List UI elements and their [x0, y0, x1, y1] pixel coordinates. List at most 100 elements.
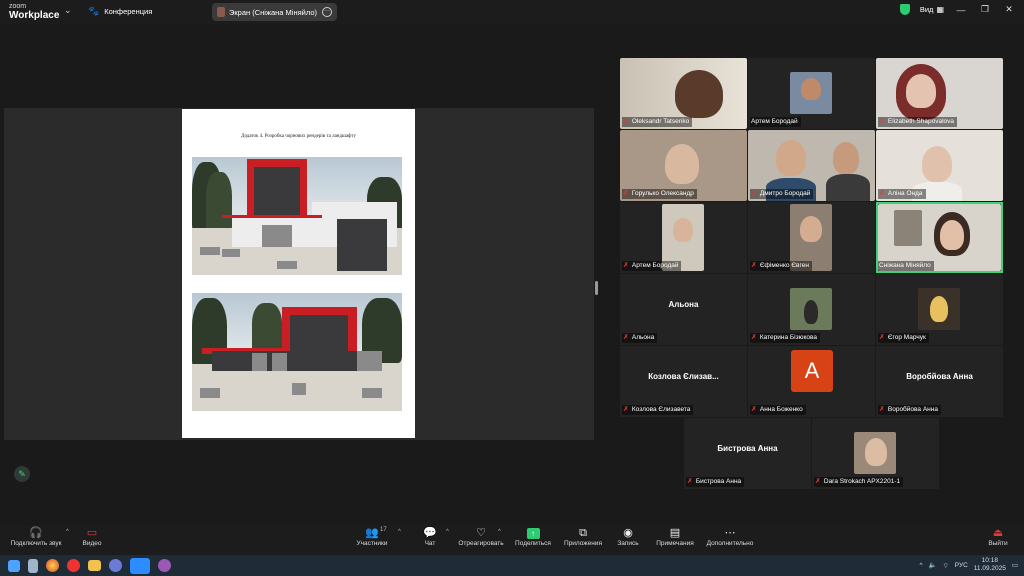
meeting-info-button[interactable]: 🐾 Конференция	[88, 6, 152, 17]
app-icon[interactable]	[158, 559, 171, 572]
apps-button[interactable]: ⧉ Приложения	[562, 527, 604, 547]
windows-taskbar: ^ 🔈 ⌔ РУС 10:18 11.09.2025 ▭	[0, 555, 1024, 576]
participant-tile[interactable]: ✗ Єфіменко Євген	[748, 202, 875, 273]
participant-name: ✗ Альона	[622, 333, 658, 343]
participant-tile[interactable]: ✗ Катерина Бізюкова	[748, 274, 875, 345]
participant-name: ✗ Анна Боженко	[750, 405, 806, 415]
participant-tile[interactable]: ✗ Oleksandr Tatsenko	[620, 58, 747, 129]
participant-display-name: Воробйова Анна	[906, 372, 973, 381]
participant-name: ✗ Артем Бородай	[622, 261, 682, 271]
close-button[interactable]: ✕	[1002, 4, 1016, 15]
notes-label: Примечания	[656, 540, 694, 547]
split-resize-handle[interactable]	[595, 281, 598, 295]
chat-options-caret[interactable]: ^	[446, 529, 449, 535]
participant-tile[interactable]: Воробйова Анна ✗ Воробйова Анна	[876, 346, 1003, 417]
mic-muted-icon: ✗	[879, 118, 885, 125]
more-options-icon[interactable]: ···	[322, 7, 332, 17]
participant-name: ✗ Elizabeth Shapovalova	[878, 117, 958, 127]
viber-icon[interactable]	[109, 559, 122, 572]
participant-tile-active-speaker[interactable]: Сніжана Міняйло	[876, 202, 1003, 273]
opera-icon[interactable]	[67, 559, 80, 572]
leave-icon: ⏏	[992, 527, 1004, 539]
apps-label: Приложения	[563, 540, 603, 547]
restore-button[interactable]: ❐	[978, 4, 992, 15]
participant-gallery: ✗ Oleksandr Tatsenko Артем Бородай ✗ Eliza…	[620, 58, 1004, 490]
participant-tile[interactable]: ✗ Аліна Онда	[876, 130, 1003, 201]
participant-avatar: A	[791, 350, 833, 392]
share-button[interactable]: ↑ Поделиться	[514, 527, 552, 547]
mic-muted-icon: ✗	[751, 334, 757, 341]
participant-display-name: Бистрова Анна	[717, 444, 778, 453]
participants-options-caret[interactable]: ^	[398, 529, 401, 535]
clock-date: 11.09.2025	[973, 565, 1006, 572]
volume-icon[interactable]: 🔈	[929, 561, 937, 569]
participant-tile[interactable]: ✗ Dara Strokach APX2201-1	[812, 418, 939, 489]
video-label: Видео	[82, 540, 102, 547]
participants-count: 17	[380, 527, 387, 533]
chrome-icon[interactable]	[46, 559, 59, 572]
audio-button[interactable]: 🎧 Подключить звук ^	[8, 527, 69, 547]
architecture-render-2	[192, 293, 402, 411]
grid-view-icon: ▦	[936, 5, 944, 14]
participant-tile[interactable]: ✗ Elizabeth Shapovalova	[876, 58, 1003, 129]
clock[interactable]: 10:18 11.09.2025	[974, 557, 1006, 573]
participant-name: ✗ Козлова Єлизавета	[622, 405, 694, 415]
chevron-up-icon[interactable]: ^	[919, 562, 922, 569]
video-button[interactable]: ▭ Видео	[80, 527, 104, 547]
react-button[interactable]: ♡ Отреагировать ^	[456, 527, 506, 547]
participant-name: ✗ Дмитро Бородай	[750, 189, 814, 199]
participant-tile[interactable]: Бистрова Анна ✗ Бистрова Анна	[684, 418, 811, 489]
shared-document-page: Додаток 4. Розробка чорнових рендерів та…	[182, 109, 415, 438]
participant-tile[interactable]: ✗ Дмитро Бородай	[748, 130, 875, 201]
leave-button[interactable]: ⏏ Выйти	[986, 527, 1010, 547]
view-button[interactable]: Вид ▦	[920, 5, 944, 14]
wifi-icon[interactable]: ⌔	[943, 561, 949, 570]
mic-muted-icon: ✗	[879, 190, 885, 197]
participant-tile[interactable]: ✗ Артем Бородай	[620, 202, 747, 273]
annotate-pen-icon[interactable]: ✎	[14, 466, 30, 482]
notes-button[interactable]: ▤ Примечания	[655, 527, 695, 547]
notification-icon[interactable]: ▭	[1012, 561, 1018, 569]
mic-muted-icon: ✗	[751, 190, 757, 197]
file-icon[interactable]	[28, 558, 38, 573]
zoom-taskbar-icon[interactable]	[130, 557, 150, 574]
mic-muted-icon: ✗	[687, 478, 693, 485]
screen-share-pill[interactable]: Экран (Сніжана Міняйло) ···	[212, 3, 337, 21]
participant-tile[interactable]: Козлова Єлизав... ✗ Козлова Єлизавета	[620, 346, 747, 417]
participant-display-name: Козлова Єлизав...	[648, 372, 719, 381]
leave-label: Выйти	[988, 540, 1008, 547]
mic-muted-icon: ✗	[623, 190, 629, 197]
participant-name: ✗ Воробйова Анна	[878, 405, 941, 415]
participant-name: Сніжана Міняйло	[878, 261, 934, 271]
language-indicator[interactable]: РУС	[955, 562, 968, 569]
mic-muted-icon: ✗	[751, 262, 757, 269]
security-shield-icon[interactable]	[899, 4, 910, 15]
start-icon[interactable]	[8, 559, 20, 572]
chat-label: Чат	[424, 540, 436, 547]
participant-tile[interactable]: ✗ Горулько Олександр	[620, 130, 747, 201]
participant-tile[interactable]: ✗ Єгор Марчук	[876, 274, 1003, 345]
chevron-down-icon[interactable]: ⌄	[64, 5, 72, 16]
participant-tile[interactable]: Альона ✗ Альона	[620, 274, 747, 345]
share-screen-icon: ↑	[514, 527, 552, 540]
participant-tile[interactable]: Артем Бородай	[748, 58, 875, 129]
clock-time: 10:18	[981, 557, 998, 564]
folder-icon[interactable]	[88, 560, 101, 571]
more-button[interactable]: ⋯ Дополнительно	[704, 527, 756, 547]
video-off-icon: ▭	[86, 527, 98, 539]
participant-name: Артем Бородай	[750, 117, 801, 127]
participant-name: ✗ Dara Strokach APX2201-1	[814, 477, 904, 487]
mic-muted-icon: ✗	[623, 118, 629, 125]
participants-label: Участники	[356, 540, 388, 547]
react-options-caret[interactable]: ^	[498, 529, 501, 535]
audio-options-caret[interactable]: ^	[66, 529, 69, 535]
chat-button[interactable]: 💬 Чат ^	[420, 527, 449, 547]
participants-button[interactable]: 👥 Участники 17 ^	[352, 527, 400, 547]
participant-name: ✗ Єгор Марчук	[878, 333, 929, 343]
record-label: Запись	[617, 540, 639, 547]
participant-name: ✗ Катерина Бізюкова	[750, 333, 821, 343]
participant-tile[interactable]: A ✗ Анна Боженко	[748, 346, 875, 417]
participant-display-name: Альона	[668, 300, 699, 309]
record-button[interactable]: ◉ Запись	[616, 527, 640, 547]
minimize-button[interactable]: —	[954, 5, 968, 15]
